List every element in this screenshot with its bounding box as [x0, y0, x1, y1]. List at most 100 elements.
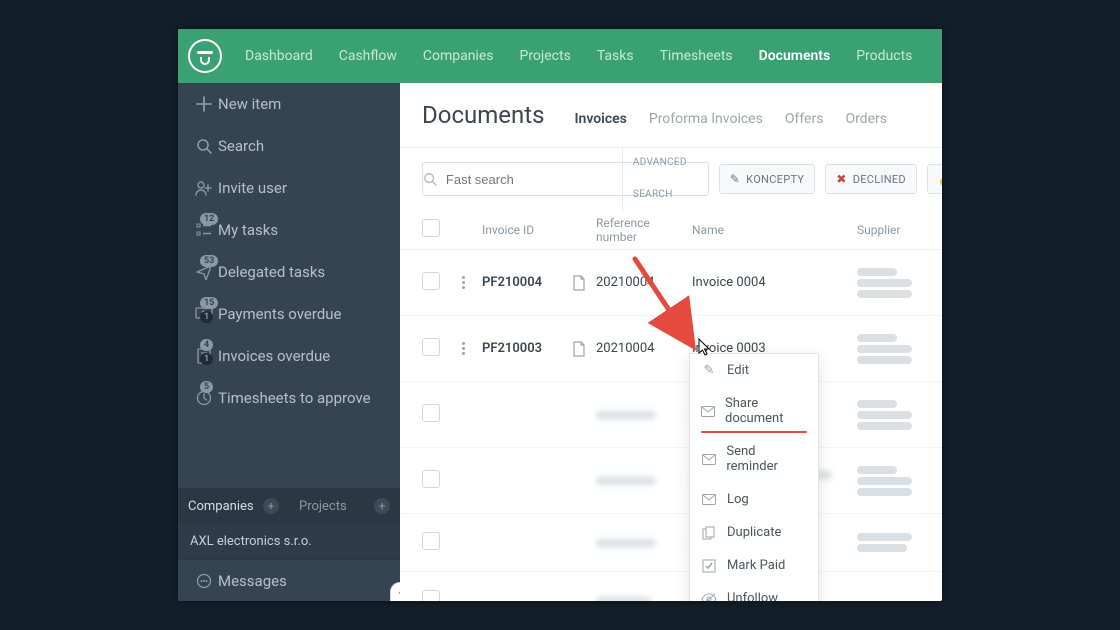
row-menu-button[interactable]: [456, 276, 470, 289]
col-header-id[interactable]: Invoice ID: [482, 223, 572, 237]
ctx-duplicate[interactable]: Duplicate: [690, 516, 818, 549]
sidebar-tab-projects[interactable]: Projects +: [289, 488, 400, 524]
search-input[interactable]: [446, 172, 622, 187]
mail-icon: [701, 406, 715, 417]
tab-offers[interactable]: Offers: [785, 111, 824, 129]
sidebar-search[interactable]: Search: [178, 125, 400, 167]
select-all-checkbox[interactable]: [422, 219, 440, 237]
cell-ref: 20210004: [596, 275, 692, 290]
app-window: Dashboard Cashflow Companies Projects Ta…: [178, 29, 942, 601]
nav-documents[interactable]: Documents: [746, 29, 844, 83]
sidebar-invite[interactable]: Invite user: [178, 167, 400, 209]
ctx-unfollow[interactable]: Unfollow: [690, 582, 818, 601]
pdf-icon[interactable]: [572, 275, 596, 291]
documents-table: Invoice ID Reference number Name Supplie…: [400, 210, 942, 601]
sidebar-payments[interactable]: 15 1 Payments overdue: [178, 293, 400, 335]
document-tabs: Invoices Proforma Invoices Offers Orders: [575, 111, 887, 129]
table-row[interactable]: [400, 572, 942, 601]
col-header-ref[interactable]: Reference number: [596, 216, 692, 244]
sidebar-new-item[interactable]: New item: [178, 83, 400, 125]
ctx-label: Log: [727, 492, 749, 507]
app-logo[interactable]: [178, 29, 232, 83]
ctx-label: Unfollow: [727, 591, 778, 601]
table-row[interactable]: [400, 382, 942, 448]
search-icon: [190, 138, 218, 154]
badge-count-secondary: 1: [200, 353, 213, 365]
sidebar-delegated[interactable]: 53 Delegated tasks: [178, 251, 400, 293]
sidebar-messages[interactable]: Messages: [178, 559, 400, 601]
pdf-icon[interactable]: [572, 341, 596, 357]
table-row[interactable]: [400, 448, 942, 514]
cell-supplier: [857, 463, 920, 499]
col-header-supplier[interactable]: Supplier: [857, 223, 920, 237]
plus-icon: [190, 96, 218, 112]
add-icon[interactable]: +: [374, 498, 390, 514]
nav-cashflow[interactable]: Cashflow: [326, 29, 410, 83]
filter-chip-declined[interactable]: ✖DECLINED: [825, 164, 917, 194]
page-header: Documents Invoices Proforma Invoices Off…: [400, 83, 942, 148]
sidebar-timesheets[interactable]: 5 Timesheets to approve: [178, 377, 400, 419]
row-menu-button[interactable]: [456, 342, 470, 355]
row-checkbox[interactable]: [422, 338, 440, 356]
check-square-icon: [701, 559, 717, 573]
filter-chip-drafts[interactable]: ✎KONCEPTY: [719, 164, 816, 194]
badge-count: 12: [200, 213, 218, 225]
sidebar-tab-label: Projects: [299, 499, 347, 514]
cell-supplier: [857, 331, 920, 367]
sidebar-item-label: Search: [218, 137, 388, 155]
badge-count: 53: [200, 255, 218, 267]
sidebar-tab-companies[interactable]: Companies +: [178, 488, 289, 524]
nav-dashboard[interactable]: Dashboard: [232, 29, 326, 83]
sidebar-item-label: New item: [218, 95, 388, 113]
cell-invoice-id: PF210004: [482, 275, 572, 290]
sidebar-invoices[interactable]: 4 1 Invoices overdue: [178, 335, 400, 377]
sidebar-item-label: Invoices overdue: [218, 347, 388, 365]
ctx-send-reminder[interactable]: Send reminder: [690, 435, 818, 483]
advanced-search-button[interactable]: ADVANCED SEARCH: [622, 147, 708, 211]
nav-products[interactable]: Products: [843, 29, 925, 83]
nav-companies[interactable]: Companies: [410, 29, 507, 83]
cell-name: Invoice 0004: [692, 275, 857, 290]
add-icon[interactable]: +: [263, 498, 279, 514]
ctx-label: Send reminder: [726, 444, 807, 474]
tab-invoices[interactable]: Invoices: [575, 111, 627, 129]
filter-bar: ADVANCED SEARCH ✎KONCEPTY ✖DECLINED 👍ACC…: [400, 148, 942, 210]
page-title: Documents: [422, 101, 545, 129]
fast-search[interactable]: ADVANCED SEARCH: [422, 162, 709, 196]
tab-proforma[interactable]: Proforma Invoices: [649, 111, 763, 129]
cell-ref: [596, 474, 692, 488]
main-content: Documents Invoices Proforma Invoices Off…: [400, 83, 942, 601]
thumbs-up-icon: 👍: [938, 172, 942, 186]
ctx-label: Edit: [727, 363, 749, 378]
row-checkbox[interactable]: [422, 532, 440, 550]
sidebar-my-tasks[interactable]: 12 My tasks: [178, 209, 400, 251]
row-checkbox[interactable]: [422, 404, 440, 422]
row-checkbox[interactable]: [422, 272, 440, 290]
filter-chip-accepted[interactable]: 👍ACCEPTE: [927, 164, 942, 194]
nav-projects[interactable]: Projects: [506, 29, 583, 83]
table-row[interactable]: PF210003 20210004 Invoice 0003: [400, 316, 942, 382]
row-checkbox[interactable]: [422, 590, 440, 602]
ctx-share[interactable]: Share document: [690, 387, 818, 435]
ctx-edit[interactable]: ✎ Edit: [690, 354, 818, 387]
badge-count: 5: [200, 381, 213, 393]
top-nav: Dashboard Cashflow Companies Projects Ta…: [178, 29, 942, 83]
nav-timesheets[interactable]: Timesheets: [647, 29, 746, 83]
ctx-label: Share document: [725, 396, 807, 426]
ctx-mark-paid[interactable]: Mark Paid: [690, 549, 818, 582]
pencil-icon: ✎: [730, 172, 740, 186]
x-icon: ✖: [836, 172, 846, 186]
table-header: Invoice ID Reference number Name Supplie…: [400, 210, 942, 250]
sidebar-item-label: Messages: [218, 572, 388, 590]
sidebar-item-label: Delegated tasks: [218, 263, 388, 281]
copy-icon: [701, 526, 717, 540]
ctx-log[interactable]: Log: [690, 483, 818, 516]
eye-off-icon: [701, 593, 717, 602]
row-checkbox[interactable]: [422, 470, 440, 488]
table-row[interactable]: [400, 514, 942, 572]
tab-orders[interactable]: Orders: [845, 111, 887, 129]
col-header-name[interactable]: Name: [692, 223, 857, 237]
table-row[interactable]: PF210004 20210004 Invoice 0004: [400, 250, 942, 316]
sidebar-company-item[interactable]: AXL electronics s.r.o.: [178, 524, 400, 559]
nav-tasks[interactable]: Tasks: [584, 29, 647, 83]
